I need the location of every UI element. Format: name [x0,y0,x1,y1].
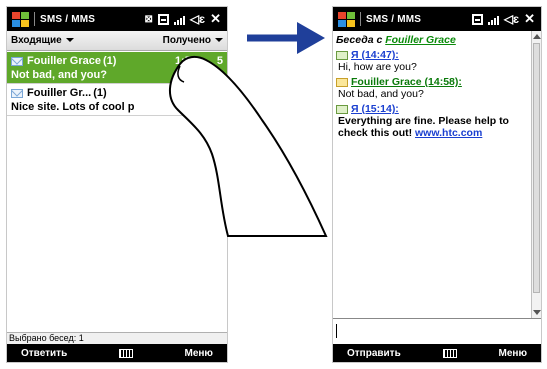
volume-icon[interactable]: ◁ɛ [504,12,519,26]
envelope-icon [11,56,23,66]
folder-dropdown-label: Входящие [11,35,62,46]
app-title: SMS / MMS [366,13,422,25]
battery-icon [471,13,483,25]
title-divider [360,12,361,26]
message-preview: Nice site. Lots of cool p [11,101,135,113]
contact-link[interactable]: Fouiller Grace [385,34,456,46]
scrollbar[interactable] [531,31,541,318]
keyboard-icon[interactable] [118,348,133,358]
compose-input[interactable] [333,318,541,344]
conversation-thread: Беседа с Fouiller Grace Я (14:47): Hi, h… [333,31,531,318]
battery-icon [157,13,169,25]
volume-icon[interactable]: ◁ɛ [190,12,205,26]
website-link[interactable]: www.htc.com [415,127,482,139]
selection-status: Выбрано бесед: 1 [7,332,227,344]
chevron-down-icon [65,38,74,43]
message-text: Hi, how are you? [338,61,417,73]
menu-softkey[interactable]: Меню [185,348,213,359]
title-divider [34,12,35,26]
close-icon[interactable]: ✕ [524,11,535,27]
sent-message-icon [336,104,348,114]
message-author[interactable]: Fouiller Grace (14:58): [351,76,462,88]
message-preview: Not bad, and you? [11,69,107,81]
scroll-up-icon[interactable] [533,34,541,39]
chevron-down-icon [215,38,223,43]
send-softkey[interactable]: Отправить [347,348,401,359]
conversation-header: Беседа с Fouiller Grace [336,34,528,46]
menu-softkey[interactable]: Меню [499,348,527,359]
reply-softkey[interactable]: Ответить [21,348,67,359]
scroll-thumb[interactable] [533,43,540,293]
message-author[interactable]: Я (15:14): [351,103,399,115]
signal-icon [487,14,499,25]
received-message-icon [336,77,348,87]
message-bubble: Я (14:47): Hi, how are you? [336,49,528,73]
start-menu-icon[interactable] [335,10,357,28]
sender-name: Fouiller Grace (1) [27,55,117,67]
title-bar: SMS / MMS ◁ɛ ✕ [333,7,541,31]
inbox-screen: SMS / MMS ⊠ ◁ɛ ✕ Входящие Получено Fouil… [6,6,228,363]
app-title: SMS / MMS [40,13,96,25]
sort-dropdown[interactable]: Получено [163,35,223,46]
status-icons: ⊠ ◁ɛ ✕ [145,11,222,27]
conversation-screen: SMS / MMS ◁ɛ ✕ Беседа с Fouiller Grace Я… [332,6,542,363]
message-text: Not bad, and you? [338,88,424,100]
message-author[interactable]: Я (14:47): [351,49,399,61]
status-icons: ◁ɛ ✕ [471,11,535,27]
tutorial-illustration: SMS / MMS ⊠ ◁ɛ ✕ Входящие Получено Fouil… [0,0,547,369]
message-bubble: Fouiller Grace (14:58): Not bad, and you… [336,76,528,100]
message-time: 15:1 [200,87,223,99]
list-item[interactable]: Fouiller Gr... (1) 15:1 Nice site. Lots o… [7,84,227,116]
scroll-down-icon[interactable] [533,310,541,315]
sent-message-icon [336,50,348,60]
close-icon[interactable]: ✕ [210,11,221,27]
softkey-bar: Ответить Меню [7,344,227,362]
message-date: 5 [216,55,223,67]
sort-bar: Входящие Получено [7,31,227,51]
conversation-prefix: Беседа с [336,34,383,46]
sender-name: Fouiller Gr... (1) [27,87,107,99]
keyboard-icon[interactable] [442,348,457,358]
message-list: Fouiller Grace (1) 1:5 5 Not bad, and you… [7,52,227,116]
message-bubble: Я (15:14): Everything are fine. Please h… [336,103,528,139]
message-time: 1:5 [174,55,191,67]
folder-dropdown[interactable]: Входящие [11,35,74,46]
text-cursor [336,324,337,338]
title-bar: SMS / MMS ⊠ ◁ɛ ✕ [7,7,227,31]
start-menu-icon[interactable] [9,10,31,28]
sort-dropdown-label: Получено [162,35,211,46]
softkey-bar: Отправить Меню [333,344,541,362]
arrow-icon [247,22,325,54]
list-item[interactable]: Fouiller Grace (1) 1:5 5 Not bad, and you… [7,52,227,84]
signal-icon [173,14,185,25]
envelope-icon [11,88,23,98]
connection-icon: ⊠ [144,13,153,25]
message-text: Everything are fine. Please help to chec… [338,115,509,139]
